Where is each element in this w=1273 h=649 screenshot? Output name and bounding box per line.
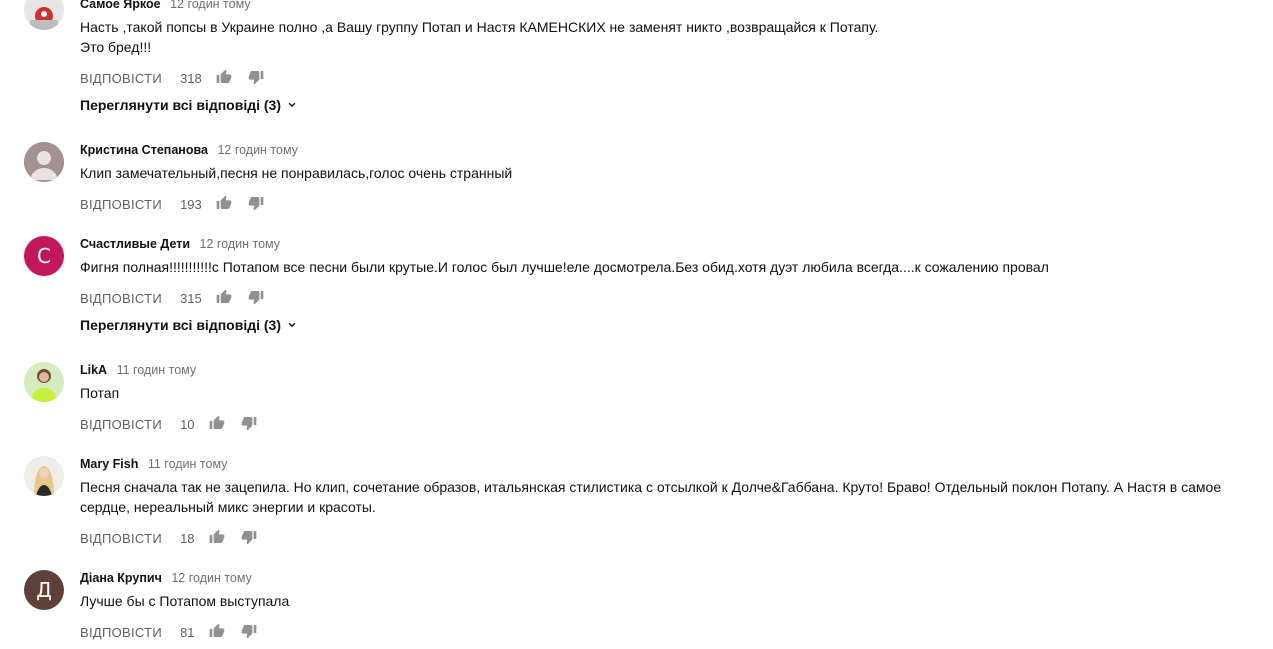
comment-actions: ВІДПОВІСТИ 10 — [80, 414, 273, 434]
photo-avatar-icon[interactable] — [24, 362, 64, 402]
comment-author[interactable]: Счастливые Дети — [80, 237, 190, 251]
reply-button[interactable]: ВІДПОВІСТИ — [80, 417, 162, 432]
comment-time[interactable]: 12 годин тому — [170, 0, 251, 11]
thumb-up-icon[interactable] — [216, 195, 234, 213]
comment-text: Лучше бы с Потапом выступала — [80, 591, 1250, 611]
reply-button[interactable]: ВІДПОВІСТИ — [80, 71, 162, 86]
comment-actions: ВІДПОВІСТИ 18 — [80, 528, 273, 548]
letter-avatar[interactable]: Д — [24, 570, 64, 610]
thumb-up-icon[interactable] — [209, 623, 227, 641]
letter-avatar[interactable]: С — [24, 236, 64, 276]
chevron-down-icon — [288, 102, 296, 108]
comment-text-line: сердце, нереальный микс энергии и красот… — [80, 499, 376, 515]
comment-text: Насть ,такой попсы в Украине полно ,а Ва… — [80, 17, 1250, 57]
photo-avatar-icon[interactable] — [24, 456, 64, 496]
thumb-up-icon[interactable] — [209, 529, 227, 547]
comment-text: Потап — [80, 383, 1250, 403]
comment-time[interactable]: 11 годин тому — [117, 363, 197, 377]
like-count: 315 — [180, 290, 202, 306]
comment-time[interactable]: 12 годин тому — [217, 143, 298, 157]
comment-text: Песня сначала так не зацепила. Но клип, … — [80, 477, 1250, 517]
comment-author[interactable]: Самое Яркое — [80, 0, 161, 11]
comment-time[interactable]: 11 годин тому — [148, 457, 228, 471]
comment-header: Mary Fish 11 годин тому — [80, 456, 227, 472]
thumb-down-icon[interactable] — [248, 69, 266, 87]
reply-button[interactable]: ВІДПОВІСТИ — [80, 625, 162, 640]
thumb-up-icon[interactable] — [209, 415, 227, 433]
comment-author[interactable]: Mary Fish — [80, 457, 138, 471]
like-count: 318 — [180, 70, 202, 86]
comment-text-line: Насть ,такой попсы в Украине полно ,а Ва… — [80, 19, 879, 35]
view-replies-button[interactable]: Переглянути всі відповіді (3) — [80, 317, 299, 333]
like-count: 193 — [180, 196, 202, 212]
comment-actions: ВІДПОВІСТИ 315 — [80, 288, 280, 308]
comment-actions: ВІДПОВІСТИ 81 — [80, 622, 273, 642]
comment-actions: ВІДПОВІСТИ 193 — [80, 194, 280, 214]
reply-button[interactable]: ВІДПОВІСТИ — [80, 531, 162, 546]
comment-author[interactable]: Діана Крупич — [80, 571, 162, 585]
comment-text-line: Клип замечательный,песня не понравилась,… — [80, 165, 513, 181]
avatar-letter: Д — [36, 578, 52, 602]
like-count: 18 — [180, 530, 195, 546]
comment-text: Клип замечательный,песня не понравилась,… — [80, 163, 1250, 183]
default-user-avatar-icon[interactable] — [24, 142, 64, 182]
comment-header: Самое Яркое 12 годин тому — [80, 0, 251, 12]
comment-text-line: Потап — [80, 385, 120, 401]
view-replies-label: Переглянути всі відповіді (3) — [80, 317, 281, 333]
reply-button[interactable]: ВІДПОВІСТИ — [80, 291, 162, 306]
thumb-down-icon[interactable] — [241, 415, 259, 433]
comment-author[interactable]: Кристина Степанова — [80, 143, 208, 157]
comment-time[interactable]: 12 годин тому — [171, 571, 252, 585]
like-count: 10 — [180, 416, 195, 432]
avatar-letter: С — [37, 244, 51, 268]
comment-header: LikA 11 годин тому — [80, 362, 196, 378]
thumb-down-icon[interactable] — [241, 623, 259, 641]
view-replies-button[interactable]: Переглянути всі відповіді (3) — [80, 97, 299, 113]
comment-header: Счастливые Дети 12 годин тому — [80, 236, 280, 252]
comment-header: Діана Крупич 12 годин тому — [80, 570, 252, 586]
comment-time[interactable]: 12 годин тому — [200, 237, 281, 251]
like-count: 81 — [180, 624, 195, 640]
thumb-down-icon[interactable] — [241, 529, 259, 547]
comment-actions: ВІДПОВІСТИ 318 — [80, 68, 280, 88]
comment-text: Фигня полная!!!!!!!!!!!с Потапом все пес… — [80, 257, 1250, 277]
comment-text-line: Это бред!!! — [80, 39, 152, 55]
thumb-up-icon[interactable] — [216, 289, 234, 307]
thumb-up-icon[interactable] — [216, 69, 234, 87]
photo-avatar-icon[interactable] — [24, 0, 64, 30]
comment-text-line: Лучше бы с Потапом выступала — [80, 593, 290, 609]
chevron-down-icon — [288, 322, 296, 328]
comment-text-line: Песня сначала так не зацепила. Но клип, … — [80, 479, 1222, 495]
reply-button[interactable]: ВІДПОВІСТИ — [80, 197, 162, 212]
view-replies-label: Переглянути всі відповіді (3) — [80, 97, 281, 113]
comment-header: Кристина Степанова 12 годин тому — [80, 142, 298, 158]
thumb-down-icon[interactable] — [248, 195, 266, 213]
comment-author[interactable]: LikA — [80, 363, 107, 377]
comment-text-line: Фигня полная!!!!!!!!!!!с Потапом все пес… — [80, 259, 1049, 275]
thumb-down-icon[interactable] — [248, 289, 266, 307]
